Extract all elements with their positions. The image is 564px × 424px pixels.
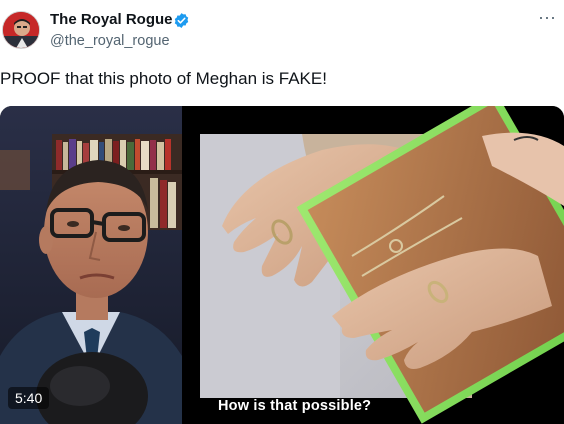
- video-caption: How is that possible?: [218, 398, 372, 414]
- presenter-video-frame: [0, 106, 182, 424]
- video-duration-badge: 5:40: [8, 387, 50, 409]
- display-name[interactable]: The Royal Rogue: [50, 11, 173, 28]
- verified-badge-icon: [174, 13, 189, 28]
- tweet-text: PROOF that this photo of Meghan is FAKE!: [0, 69, 327, 88]
- more-options-icon[interactable]: ···: [534, 8, 560, 32]
- user-handle[interactable]: @the_royal_rogue: [50, 33, 170, 49]
- hands-comparison-frame: [182, 106, 564, 424]
- tweet-header: The Royal Rogue @the_royal_rogue ···: [0, 8, 564, 56]
- avatar[interactable]: [2, 11, 40, 49]
- video-player[interactable]: 5:40 How is that possible?: [0, 106, 564, 424]
